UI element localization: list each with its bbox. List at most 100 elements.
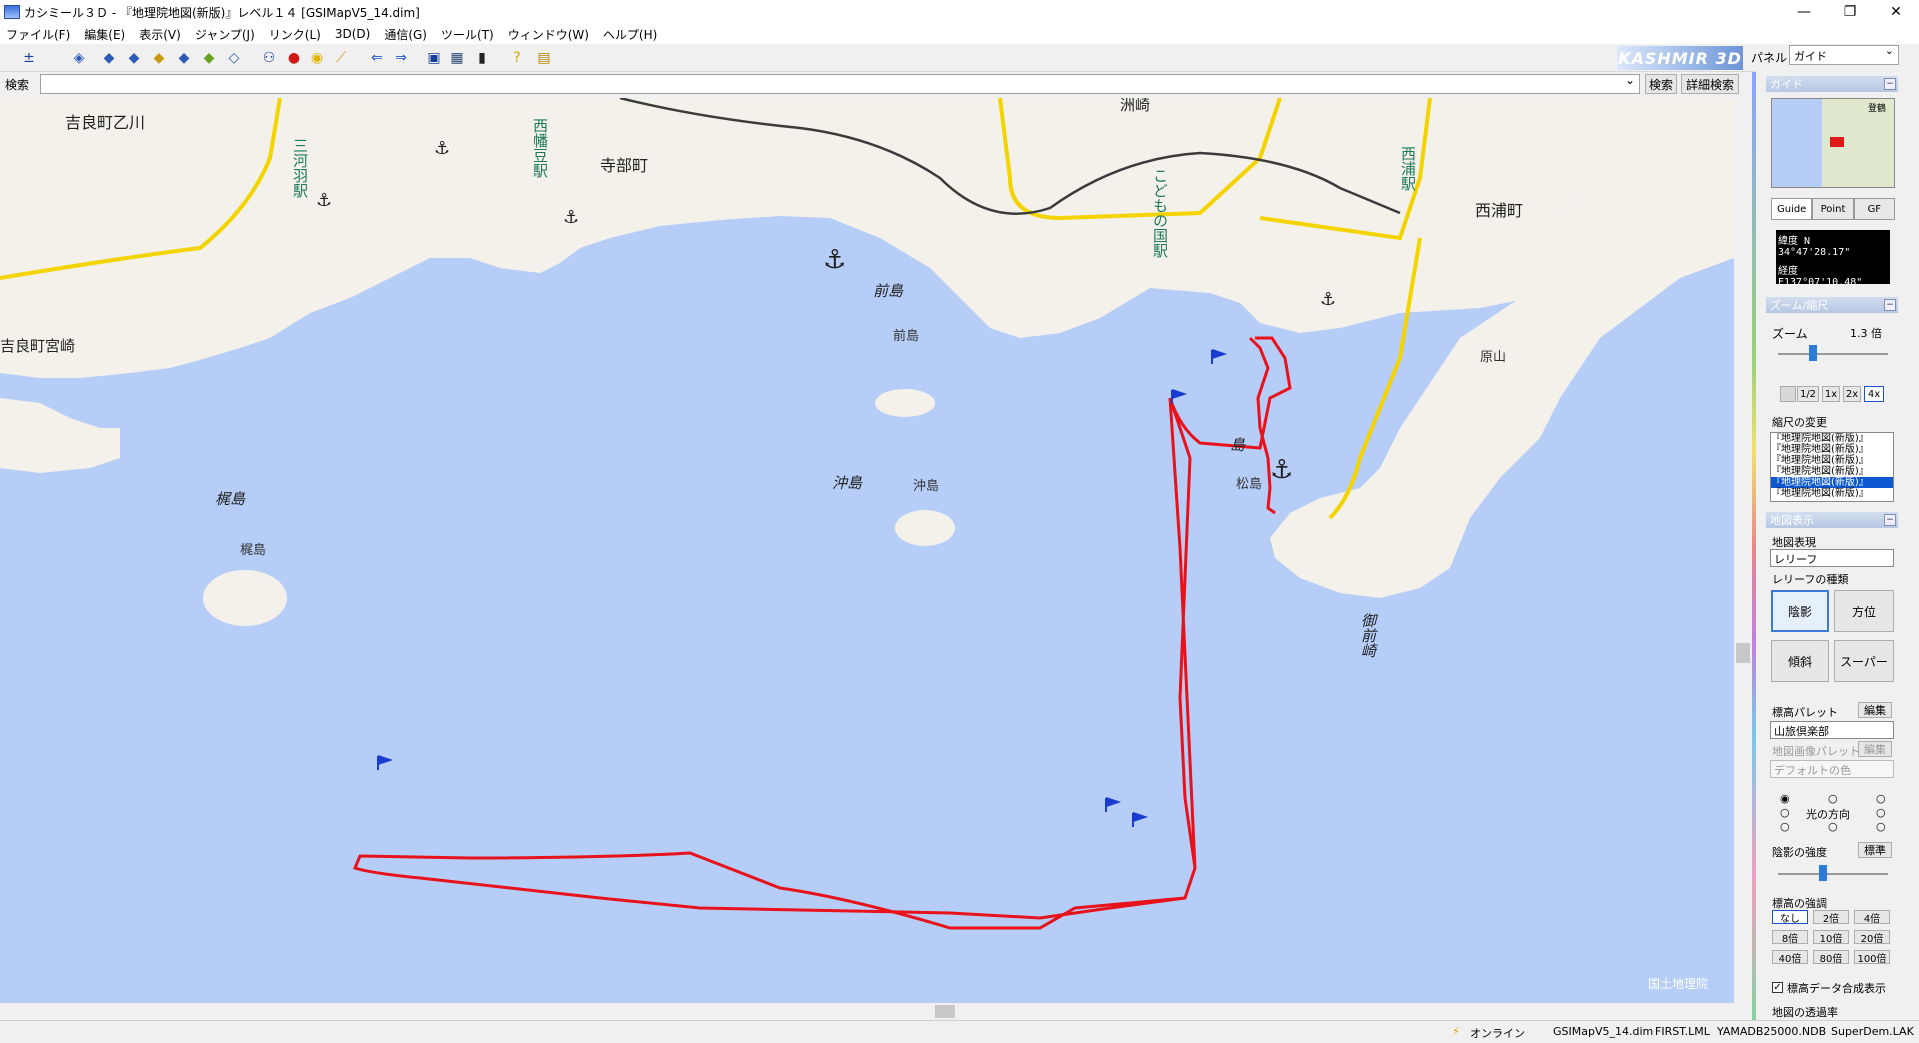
minimize-button[interactable]: — <box>1781 0 1827 24</box>
map-view[interactable]: ⚓ ⚓ ⚓ ⚓ ⚓ ⚓ 吉良町乙川 吉良町宮崎 三河羽駅 西幡豆駅 寺部町 洲崎… <box>0 98 1734 1003</box>
emphasis-20x-button[interactable]: 20倍 <box>1854 930 1890 945</box>
search-button[interactable]: 検索 <box>1645 74 1677 94</box>
title-bar: カシミール３Ｄ - 『地理院地図(新版)』レベル１４ [GSIMapV5_14.… <box>0 0 1919 24</box>
light-radio-ne[interactable]: ○ <box>1876 792 1886 805</box>
image-palette-edit-button[interactable]: 編集 <box>1858 741 1892 757</box>
shade-slider-thumb[interactable] <box>1818 865 1827 881</box>
map-layer4-icon[interactable]: ◆ <box>175 49 193 67</box>
relief-super-button[interactable]: スーパー <box>1834 640 1894 682</box>
map-vertical-scrollbar[interactable] <box>1734 98 1752 1003</box>
light-radio-e[interactable]: ○ <box>1876 806 1886 819</box>
emphasis-100x-button[interactable]: 100倍 <box>1854 950 1890 965</box>
tab-gf[interactable]: GF <box>1853 198 1895 220</box>
zoom-add-icon[interactable]: ± <box>20 49 38 67</box>
emphasis-10x-button[interactable]: 10倍 <box>1813 930 1849 945</box>
tab-guide[interactable]: Guide <box>1771 198 1813 220</box>
menu-comm[interactable]: 通信(G) <box>384 26 427 43</box>
forward-arrow-icon[interactable]: ⇒ <box>392 49 410 67</box>
zoom-1x-button[interactable]: 1x <box>1822 386 1840 402</box>
collapse-icon[interactable]: − <box>1884 78 1896 90</box>
relief-shade-button[interactable]: 陰影 <box>1771 590 1829 632</box>
menu-window[interactable]: ウィンドウ(W) <box>508 26 589 43</box>
scale-list[interactable]: 『地理院地図(新版)』 『地理院地図(新版)』 『地理院地図(新版)』 『地理院… <box>1770 432 1894 502</box>
collapse-icon[interactable]: − <box>1884 514 1896 526</box>
emphasis-80x-button[interactable]: 80倍 <box>1813 950 1849 965</box>
menu-link[interactable]: リンク(L) <box>269 26 321 43</box>
panel-select[interactable]: ガイド <box>1789 44 1899 65</box>
label-mae-island-small: 前島 <box>893 328 919 344</box>
light-radio-n[interactable]: ○ <box>1828 792 1838 805</box>
search-input[interactable] <box>40 73 1640 94</box>
layer-icon[interactable]: ◈ <box>70 49 88 67</box>
zoom-slider-thumb[interactable] <box>1808 345 1817 361</box>
marker-icon[interactable]: ● <box>285 49 303 67</box>
emphasis-8x-button[interactable]: 8倍 <box>1772 930 1808 945</box>
light-radio-nw[interactable]: ◉ <box>1780 792 1790 805</box>
elev-palette-edit-button[interactable]: 編集 <box>1858 702 1892 718</box>
zoom-half-button[interactable]: 1/2 <box>1797 386 1819 402</box>
scale-item[interactable]: 『地理院地図(新版)』 <box>1771 477 1893 488</box>
map-display-section-header[interactable]: 地図表示 − <box>1766 512 1898 528</box>
binoculars-icon[interactable]: ⚇ <box>260 49 278 67</box>
help-icon[interactable]: ? <box>508 49 526 67</box>
camera-icon[interactable]: ▣ <box>425 49 443 67</box>
tag-icon[interactable]: ◉ <box>308 49 326 67</box>
light-radio-se[interactable]: ○ <box>1876 820 1886 833</box>
menu-3d[interactable]: 3D(D) <box>335 27 370 41</box>
advanced-search-button[interactable]: 詳細検索 <box>1681 74 1739 94</box>
map-expression-select[interactable]: レリーフ <box>1770 549 1894 567</box>
relief-type-label: レリーフの種類 <box>1772 573 1849 586</box>
guide-icon[interactable]: ▤ <box>535 49 553 67</box>
guide-section-header[interactable]: ガイド − <box>1766 76 1898 92</box>
gps-device-icon[interactable]: ▮ <box>473 49 491 67</box>
map-layer5-icon[interactable]: ◆ <box>200 49 218 67</box>
tab-point[interactable]: Point <box>1812 198 1854 220</box>
emphasis-4x-button[interactable]: 4倍 <box>1854 910 1890 925</box>
scale-item[interactable]: 『地理院地図(新版)』 <box>1771 488 1893 499</box>
zoom-slider-track[interactable] <box>1778 353 1888 355</box>
collapse-icon[interactable]: − <box>1884 299 1896 311</box>
zoom-2x-button[interactable]: 2x <box>1843 386 1861 402</box>
elev-composite-checkbox[interactable]: ✓ <box>1772 982 1783 993</box>
emphasis-40x-button[interactable]: 40倍 <box>1772 950 1808 965</box>
menu-edit[interactable]: 編集(E) <box>84 26 125 43</box>
vertical-scroll-thumb[interactable] <box>1736 643 1750 663</box>
menu-file[interactable]: ファイル(F) <box>6 26 70 43</box>
emphasis-none-button[interactable]: なし <box>1772 910 1808 925</box>
emphasis-2x-button[interactable]: 2倍 <box>1813 910 1849 925</box>
horizontal-scroll-thumb[interactable] <box>935 1005 955 1018</box>
light-radio-sw[interactable]: ○ <box>1780 820 1790 833</box>
light-radio-s[interactable]: ○ <box>1828 820 1838 833</box>
zoom-section-header[interactable]: ズーム/縮尺 − <box>1766 297 1898 313</box>
map-layer6-icon[interactable]: ◇ <box>225 49 243 67</box>
map-horizontal-scrollbar[interactable] <box>0 1003 1734 1020</box>
map-layer3-icon[interactable]: ◆ <box>150 49 168 67</box>
scale-item[interactable]: 『地理院地図(新版)』 <box>1771 466 1893 477</box>
map-layer2-icon[interactable]: ◆ <box>125 49 143 67</box>
window-title: カシミール３Ｄ - 『地理院地図(新版)』レベル１４ [GSIMapV5_14.… <box>24 5 420 20</box>
guide-minimap[interactable]: 登鶴 <box>1771 98 1895 188</box>
menu-view[interactable]: 表示(V) <box>139 26 181 43</box>
scale-item[interactable]: 『地理院地図(新版)』 <box>1771 433 1893 444</box>
light-radio-w[interactable]: ○ <box>1780 806 1790 819</box>
shade-standard-button[interactable]: 標準 <box>1858 842 1892 858</box>
default-color-select[interactable]: デフォルトの色 <box>1770 760 1894 778</box>
menu-help[interactable]: ヘルプ(H) <box>603 26 657 43</box>
zoom-4x-button[interactable]: 4x <box>1864 386 1884 402</box>
relief-slope-button[interactable]: 傾斜 <box>1771 640 1829 682</box>
label-nishiura-cho: 西浦町 <box>1475 201 1523 220</box>
menu-tools[interactable]: ツール(T) <box>441 26 494 43</box>
map-layer-icon[interactable]: ◆ <box>100 49 118 67</box>
close-button[interactable]: ✕ <box>1873 0 1919 24</box>
menu-jump[interactable]: ジャンプ(J) <box>195 26 255 43</box>
scale-item[interactable]: 『地理院地図(新版)』 <box>1771 444 1893 455</box>
back-arrow-icon[interactable]: ⇐ <box>368 49 386 67</box>
ruler-icon[interactable]: ⟋ <box>332 49 350 67</box>
scale-item[interactable]: 『地理院地図(新版)』 <box>1771 455 1893 466</box>
relief-direction-button[interactable]: 方位 <box>1834 590 1894 632</box>
grid-icon[interactable]: ▦ <box>448 49 466 67</box>
palette-select[interactable]: 山旅倶楽部 <box>1770 721 1894 739</box>
maximize-button[interactable]: ❐ <box>1827 0 1873 24</box>
panel-label: パネル <box>1751 51 1788 65</box>
shade-slider-track[interactable] <box>1778 873 1888 875</box>
